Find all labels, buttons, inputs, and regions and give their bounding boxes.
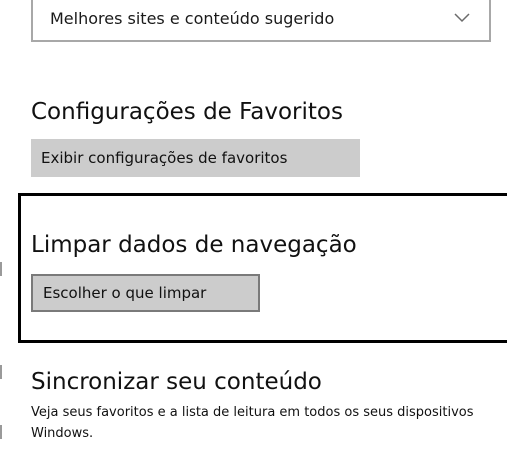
favorites-settings-heading: Configurações de Favoritos bbox=[31, 99, 343, 125]
window-edge-mark bbox=[0, 262, 2, 276]
choose-what-to-clear-button[interactable]: Escolher o que limpar bbox=[31, 274, 260, 312]
start-page-dropdown[interactable]: Melhores sites e conteúdo sugerido bbox=[31, 0, 491, 42]
window-edge-mark bbox=[0, 365, 2, 379]
settings-panel: Melhores sites e conteúdo sugerido Confi… bbox=[0, 0, 507, 450]
window-edge-mark bbox=[0, 425, 2, 439]
highlight-frame bbox=[18, 193, 507, 343]
sync-content-heading: Sincronizar seu conteúdo bbox=[31, 369, 322, 395]
dropdown-selected-value: Melhores sites e conteúdo sugerido bbox=[50, 9, 335, 28]
view-favorites-settings-button[interactable]: Exibir configurações de favoritos bbox=[31, 139, 360, 177]
sync-description: Veja seus favoritos e a lista de leitura… bbox=[31, 405, 474, 441]
chevron-down-icon bbox=[454, 13, 470, 23]
clear-browsing-data-heading: Limpar dados de navegação bbox=[31, 232, 357, 258]
